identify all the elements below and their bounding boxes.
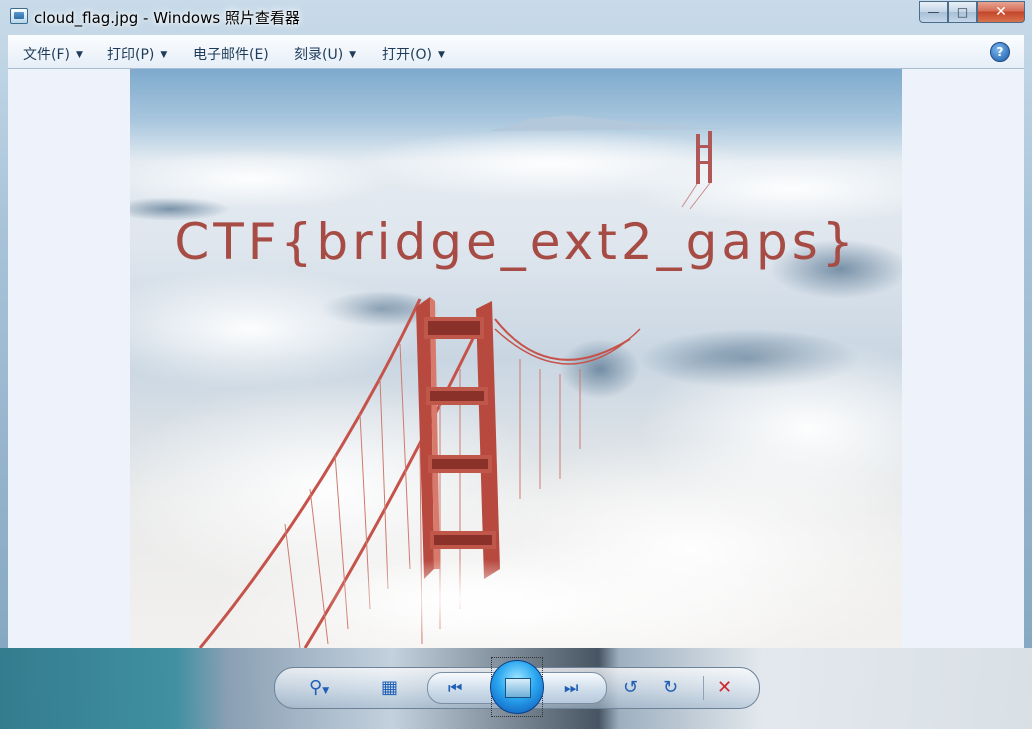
maximize-icon: □	[956, 5, 969, 19]
fit-window-icon[interactable]: ▦	[381, 678, 398, 698]
zoom-icon[interactable]: ⚲▼	[309, 678, 329, 701]
title-bar[interactable]: cloud_flag.jpg - Windows 照片查看器 — □ ✕	[0, 0, 1032, 34]
window-controls: — □ ✕	[919, 1, 1025, 23]
menu-burn[interactable]: 刻录(U) ▼	[294, 44, 356, 64]
rotate-right-icon[interactable]: ↻	[663, 678, 678, 698]
previous-icon[interactable]: ⏮	[448, 678, 462, 698]
menu-file[interactable]: 文件(F) ▼	[23, 44, 83, 64]
menu-open-label: 打开(O)	[382, 47, 432, 63]
minimize-icon: —	[927, 5, 940, 19]
menu-open[interactable]: 打开(O) ▼	[382, 44, 445, 64]
toolbar-separator	[703, 676, 704, 700]
photo-image: CTF{bridge_ext2_gaps}	[130, 69, 902, 648]
menu-print-label: 打印(P)	[107, 47, 155, 63]
minimize-button[interactable]: —	[919, 1, 948, 23]
photo-scene	[130, 115, 902, 648]
flag-text: CTF{bridge_ext2_gaps}	[174, 213, 858, 271]
menu-email-label: 电子邮件(E)	[193, 47, 269, 63]
mountain	[490, 115, 730, 131]
dropdown-arrow-icon: ▼	[349, 50, 357, 60]
slideshow-circle	[490, 660, 544, 714]
rotate-left-icon[interactable]: ↺	[623, 678, 638, 698]
dropdown-arrow-icon: ▼	[75, 50, 83, 60]
dropdown-arrow-icon: ▼	[437, 50, 445, 60]
menu-burn-label: 刻录(U)	[294, 47, 344, 63]
window-title: cloud_flag.jpg - Windows 照片查看器	[34, 9, 300, 27]
slideshow-icon	[505, 678, 531, 698]
close-button[interactable]: ✕	[977, 1, 1025, 23]
next-icon[interactable]: ⏭	[564, 678, 578, 698]
image-viewport: CTF{bridge_ext2_gaps}	[8, 69, 1024, 648]
delete-icon[interactable]: ✕	[717, 678, 732, 698]
menu-print[interactable]: 打印(P) ▼	[107, 44, 167, 64]
close-icon: ✕	[995, 4, 1007, 20]
menu-file-label: 文件(F)	[23, 47, 70, 63]
photo-viewer-icon	[10, 8, 28, 24]
maximize-button[interactable]: □	[948, 1, 977, 23]
menu-email[interactable]: 电子邮件(E)	[193, 44, 269, 64]
menu-bar: 文件(F) ▼ 打印(P) ▼ 电子邮件(E) 刻录(U) ▼ 打开(O) ▼ ?	[8, 35, 1024, 69]
slideshow-button[interactable]	[490, 657, 544, 717]
dropdown-arrow-icon: ▼	[160, 50, 168, 60]
help-icon[interactable]: ?	[990, 42, 1010, 62]
